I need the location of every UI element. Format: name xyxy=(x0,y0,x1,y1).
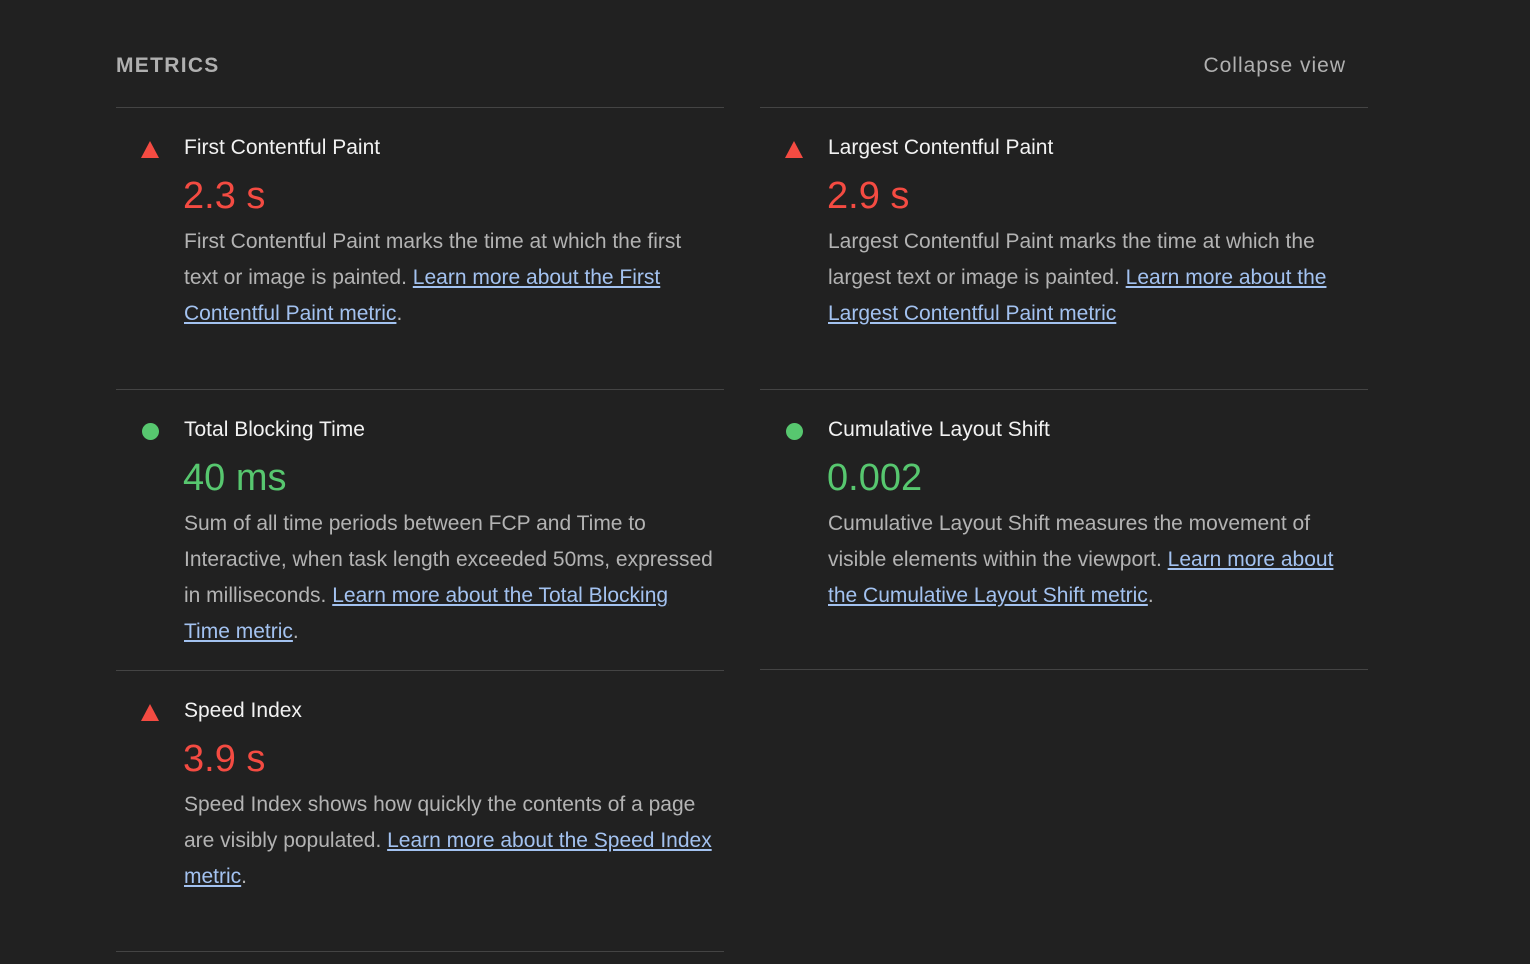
metric-description: Largest Contentful Paint marks the time … xyxy=(828,224,1358,332)
metric-speed-index: Speed Index 3.9 s Speed Index shows how … xyxy=(116,670,724,952)
metrics-title: METRICS xyxy=(116,54,220,77)
metric-cumulative-layout-shift: Cumulative Layout Shift 0.002 Cumulative… xyxy=(760,389,1368,670)
metric-description: Speed Index shows how quickly the conten… xyxy=(184,787,714,895)
metric-description: First Contentful Paint marks the time at… xyxy=(184,224,714,332)
red-triangle-icon xyxy=(141,140,159,158)
metric-total-blocking-time: Total Blocking Time 40 ms Sum of all tim… xyxy=(116,389,724,670)
description-suffix: . xyxy=(292,620,299,643)
metric-value: 2.9 s xyxy=(827,175,910,217)
metric-value: 3.9 s xyxy=(183,738,266,780)
red-triangle-icon xyxy=(141,703,159,721)
description-suffix: . xyxy=(241,865,248,888)
metric-first-contentful-paint: First Contentful Paint 2.3 s First Conte… xyxy=(116,107,724,388)
green-circle-icon xyxy=(141,422,159,440)
red-triangle-icon xyxy=(785,140,803,158)
metric-name: Largest Contentful Paint xyxy=(828,136,1054,159)
metric-value: 0.002 xyxy=(827,457,923,499)
metric-value: 2.3 s xyxy=(183,175,266,217)
metric-name: Total Blocking Time xyxy=(184,418,365,441)
description-suffix: . xyxy=(1147,584,1154,607)
metrics-header: METRICS Collapse view xyxy=(116,52,1346,84)
collapse-view-toggle[interactable]: Collapse view xyxy=(1203,54,1346,78)
green-circle-icon xyxy=(785,422,803,440)
metric-name: First Contentful Paint xyxy=(184,136,381,159)
metric-description: Sum of all time periods between FCP and … xyxy=(184,506,714,650)
description-suffix: . xyxy=(396,302,403,325)
metric-description: Cumulative Layout Shift measures the mov… xyxy=(828,506,1358,614)
metric-largest-contentful-paint: Largest Contentful Paint 2.9 s Largest C… xyxy=(760,107,1368,388)
metrics-panel: METRICS Collapse view First Contentful P… xyxy=(0,0,1530,964)
metric-value: 40 ms xyxy=(183,457,287,499)
metric-name: Cumulative Layout Shift xyxy=(828,418,1050,441)
metric-name: Speed Index xyxy=(184,699,302,722)
